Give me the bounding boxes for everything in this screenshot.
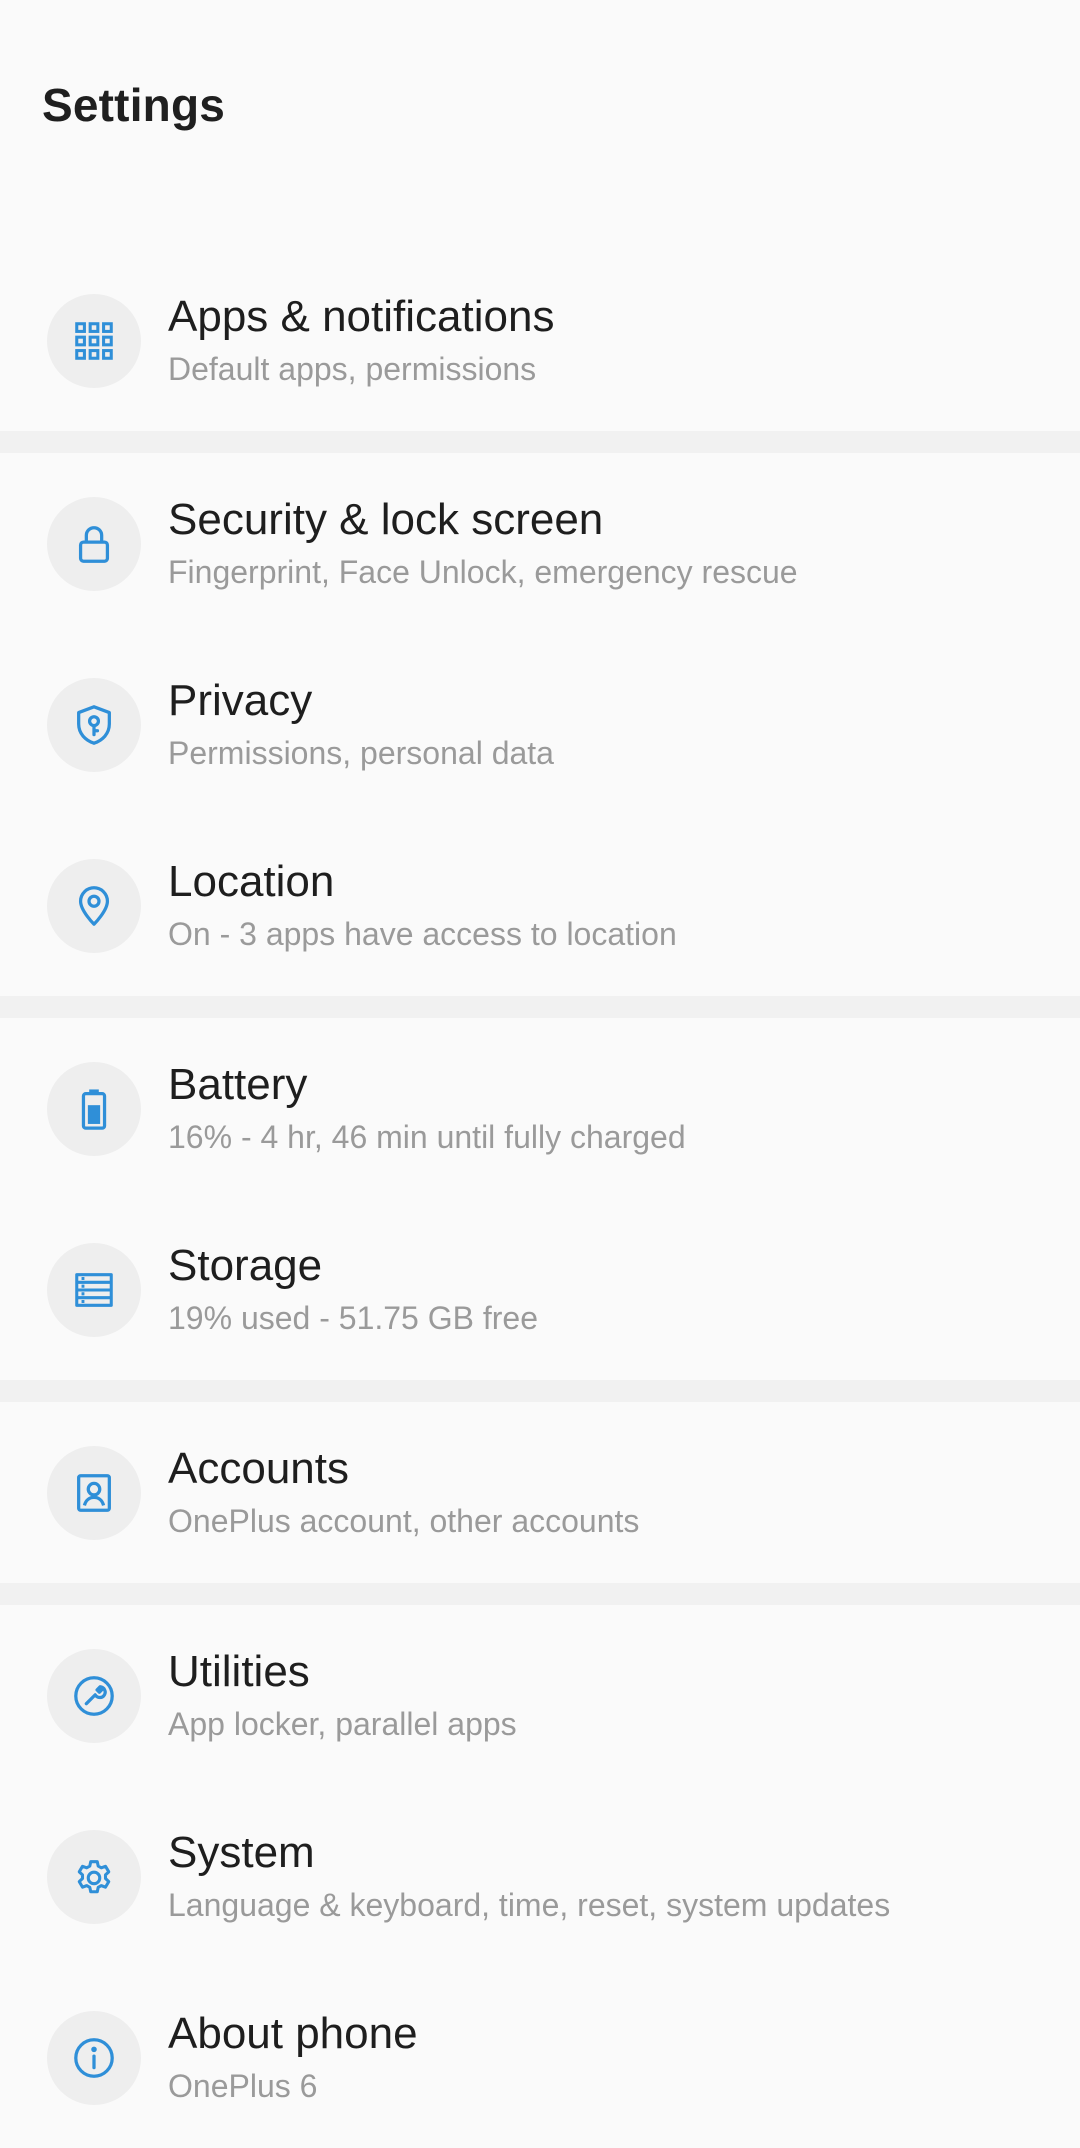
item-title: Storage — [168, 1240, 323, 1290]
item-subtitle: 16% - 4 hr, 46 min until fully charged — [168, 1118, 686, 1155]
item-title: Battery — [168, 1059, 308, 1109]
header: Settings — [0, 0, 1080, 250]
settings-item-security-lock-screen[interactable]: Security & lock screen Fingerprint, Face… — [0, 453, 1080, 634]
item-subtitle: App locker, parallel apps — [168, 1705, 517, 1742]
settings-group-system: Utilities App locker, parallel apps Syst… — [0, 1605, 1080, 2148]
settings-group-accounts: Accounts OnePlus account, other accounts — [0, 1402, 1080, 1583]
settings-item-location[interactable]: Location On - 3 apps have access to loca… — [0, 815, 1080, 996]
item-title: About phone — [168, 2008, 418, 2058]
settings-item-storage[interactable]: Storage 19% used - 51.75 GB free — [0, 1199, 1080, 1380]
item-title: Privacy — [168, 675, 313, 725]
settings-group-security: Security & lock screen Fingerprint, Face… — [0, 453, 1080, 996]
group-divider — [0, 431, 1080, 453]
item-title: Location — [168, 856, 335, 906]
gear-icon — [47, 1829, 141, 1924]
item-subtitle: Default apps, permissions — [168, 350, 537, 387]
account-icon — [47, 1445, 141, 1540]
settings-item-battery[interactable]: Battery 16% - 4 hr, 46 min until fully c… — [0, 1018, 1080, 1199]
item-subtitle: 19% used - 51.75 GB free — [168, 1299, 538, 1336]
settings-item-apps-notifications[interactable]: Apps & notifications Default apps, permi… — [0, 250, 1080, 431]
settings-item-utilities[interactable]: Utilities App locker, parallel apps — [0, 1605, 1080, 1786]
settings-item-system[interactable]: System Language & keyboard, time, reset,… — [0, 1786, 1080, 1967]
group-divider — [0, 1583, 1080, 1605]
item-subtitle: On - 3 apps have access to location — [168, 915, 677, 952]
group-divider — [0, 1380, 1080, 1402]
storage-icon — [47, 1242, 141, 1337]
item-subtitle: Language & keyboard, time, reset, system… — [168, 1886, 891, 1923]
item-subtitle: Fingerprint, Face Unlock, emergency resc… — [168, 553, 798, 590]
shield-key-icon — [47, 677, 141, 772]
lock-icon — [47, 496, 141, 591]
item-title: Apps & notifications — [168, 291, 555, 341]
settings-group-apps: Apps & notifications Default apps, permi… — [0, 250, 1080, 431]
item-title: System — [168, 1827, 315, 1877]
item-title: Security & lock screen — [168, 494, 604, 544]
item-title: Utilities — [168, 1646, 310, 1696]
battery-icon — [47, 1061, 141, 1156]
item-subtitle: OnePlus account, other accounts — [168, 1502, 640, 1539]
wrench-icon — [47, 1648, 141, 1743]
apps-grid-icon — [47, 293, 141, 388]
settings-item-privacy[interactable]: Privacy Permissions, personal data — [0, 634, 1080, 815]
item-subtitle: Permissions, personal data — [168, 734, 554, 771]
location-pin-icon — [47, 858, 141, 953]
item-subtitle: OnePlus 6 — [168, 2067, 318, 2104]
group-divider — [0, 996, 1080, 1018]
info-icon — [47, 2010, 141, 2105]
item-title: Accounts — [168, 1443, 349, 1493]
settings-group-device: Battery 16% - 4 hr, 46 min until fully c… — [0, 1018, 1080, 1380]
settings-item-about-phone[interactable]: About phone OnePlus 6 — [0, 1967, 1080, 2148]
settings-item-accounts[interactable]: Accounts OnePlus account, other accounts — [0, 1402, 1080, 1583]
page-title: Settings — [42, 79, 226, 131]
